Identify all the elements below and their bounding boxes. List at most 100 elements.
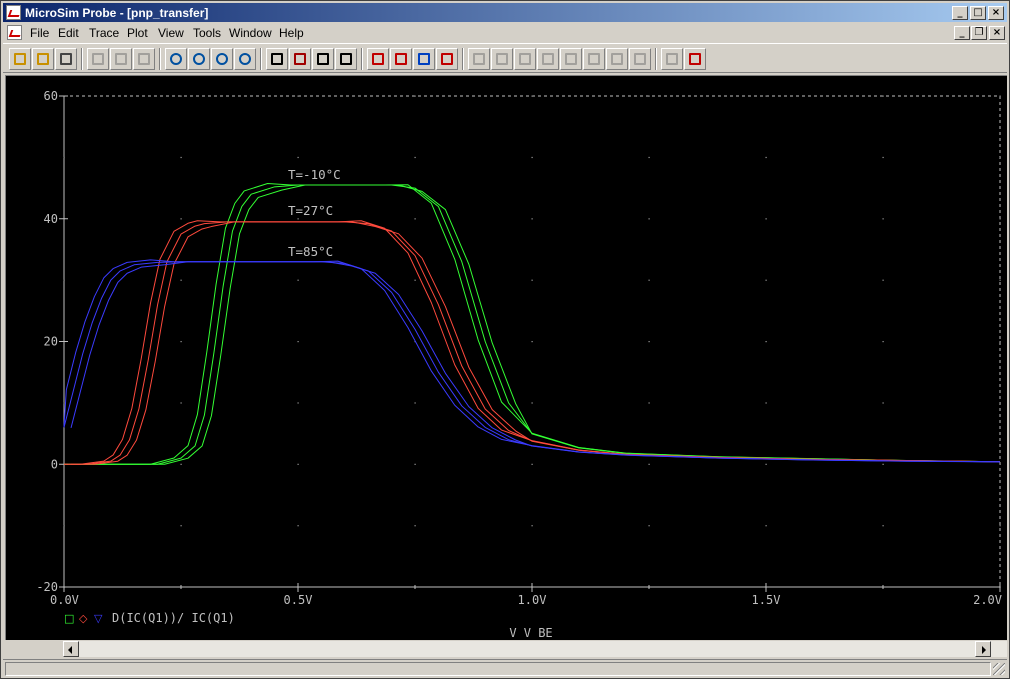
maximize-button[interactable]: □ xyxy=(970,6,986,20)
cursor-search-icon xyxy=(611,53,623,65)
app-icon[interactable] xyxy=(6,5,21,20)
mdi-close-button[interactable]: × xyxy=(989,26,1005,40)
fourier-button[interactable] xyxy=(289,48,311,70)
grid-dot xyxy=(999,341,1001,343)
cursor-slope-icon xyxy=(519,53,531,65)
add-trace-icon xyxy=(372,53,384,65)
menu-plot[interactable]: Plot xyxy=(127,26,148,40)
copy-button[interactable] xyxy=(110,48,132,70)
fourier-icon xyxy=(294,53,306,65)
eval-goal-button[interactable] xyxy=(390,48,412,70)
mark-label-button[interactable] xyxy=(661,48,683,70)
paste-button[interactable] xyxy=(133,48,155,70)
y-tick-label: 20 xyxy=(44,335,58,349)
series-line xyxy=(63,259,1001,463)
grid-dot xyxy=(531,402,533,404)
transfer-chart[interactable]: 60 40 20 0 -200.0V 0.5V 1.0V 1.5V 2.0V T=-10°C T=2… xyxy=(6,76,1006,639)
zoom-area-button[interactable] xyxy=(211,48,233,70)
text-label-button[interactable] xyxy=(413,48,435,70)
cursor-point-button[interactable] xyxy=(583,48,605,70)
zoom-in-button[interactable] xyxy=(165,48,187,70)
zoom-area-icon xyxy=(216,53,228,65)
status-pane xyxy=(5,662,991,676)
performance-button[interactable] xyxy=(312,48,334,70)
grid-dot xyxy=(765,218,767,220)
grid-dot xyxy=(882,156,884,159)
curve-annotation: T=27°C xyxy=(288,203,333,218)
menu-trace[interactable]: Trace xyxy=(89,26,119,40)
append-button[interactable] xyxy=(32,48,54,70)
zoom-fit-button[interactable] xyxy=(234,48,256,70)
probe-window: MicroSim Probe - [pnp_transfer] _ □ × Fi… xyxy=(0,0,1010,679)
log-x-button[interactable] xyxy=(266,48,288,70)
grid-dot xyxy=(414,95,416,97)
arrow-left-icon xyxy=(68,646,72,654)
mark-label-icon xyxy=(666,53,678,65)
x-tick-label: 0.5V xyxy=(284,593,313,607)
cursor-slope-button[interactable] xyxy=(514,48,536,70)
mdi-minimize-button[interactable]: _ xyxy=(954,26,970,40)
horizontal-scrollbar[interactable] xyxy=(63,641,1007,657)
grid-dot xyxy=(180,156,182,159)
grid-dot xyxy=(999,525,1001,527)
x-axis-button[interactable] xyxy=(335,48,357,70)
grid-dot xyxy=(414,463,416,465)
document-icon[interactable] xyxy=(7,25,22,40)
minimize-button[interactable]: _ xyxy=(952,6,968,20)
cut-icon xyxy=(92,53,104,65)
cursor-search-button[interactable] xyxy=(606,48,628,70)
append-icon xyxy=(37,53,49,65)
series-line xyxy=(64,221,1001,465)
add-trace-button[interactable] xyxy=(367,48,389,70)
cursor-max-icon xyxy=(565,53,577,65)
grid-dot xyxy=(63,402,65,404)
x-axis-label: V_V_BE xyxy=(509,626,552,639)
open-icon xyxy=(14,53,26,65)
grid-dot xyxy=(765,402,767,404)
grid-dot xyxy=(648,402,650,404)
open-button[interactable] xyxy=(9,48,31,70)
window-title: MicroSim Probe - [pnp_transfer] xyxy=(25,6,209,20)
grid-dot xyxy=(414,156,416,159)
grid-dot xyxy=(999,218,1001,220)
performance-icon xyxy=(317,53,329,65)
scroll-left-button[interactable] xyxy=(63,641,79,657)
plot-area[interactable]: 60 40 20 0 -20 0.0V 0.5V 1.0V 1.5V 2.0V T=-10°C T=2… xyxy=(5,75,1007,640)
cursor-max-button[interactable] xyxy=(560,48,582,70)
title-bar[interactable]: MicroSim Probe - [pnp_transfer] _ □ × xyxy=(3,3,1007,22)
menu-edit[interactable]: Edit xyxy=(58,26,79,40)
series-line xyxy=(71,221,1001,465)
close-button[interactable]: × xyxy=(988,6,1004,20)
copy-icon xyxy=(115,53,127,65)
grid-dot xyxy=(297,402,299,404)
cut-button[interactable] xyxy=(87,48,109,70)
grid-dot xyxy=(882,402,884,404)
grid-dot xyxy=(882,341,884,343)
cursor-next-transition-button[interactable] xyxy=(629,48,651,70)
print-button[interactable] xyxy=(55,48,77,70)
cursor-min-button[interactable] xyxy=(537,48,559,70)
grid-dot xyxy=(765,156,767,159)
menu-help[interactable]: Help xyxy=(279,26,304,40)
cursor-peak-button[interactable] xyxy=(468,48,490,70)
legend-expression: D(IC(Q1))/ IC(Q1) xyxy=(112,611,235,625)
menu-window[interactable]: Window xyxy=(229,26,272,40)
menu-view[interactable]: View xyxy=(158,26,184,40)
resize-grip[interactable] xyxy=(993,663,1005,675)
toggle-cursor-button[interactable] xyxy=(436,48,458,70)
menu-file[interactable]: File xyxy=(30,26,49,40)
cursor-peak-icon xyxy=(473,53,485,65)
legend-marker: ◇ xyxy=(79,612,88,625)
grid-dot xyxy=(765,279,767,281)
x-tick-label: 0.0V xyxy=(50,593,79,607)
grid-dot xyxy=(297,525,299,527)
menu-tools[interactable]: Tools xyxy=(193,26,221,40)
cursor-trough-button[interactable] xyxy=(491,48,513,70)
grid-dot xyxy=(531,525,533,527)
zoom-out-button[interactable] xyxy=(188,48,210,70)
status-bar xyxy=(3,659,1007,677)
scroll-right-button[interactable] xyxy=(975,641,991,657)
mark-data-button[interactable] xyxy=(684,48,706,70)
x-tick-label: 1.0V xyxy=(518,593,547,607)
mdi-restore-button[interactable]: ❐ xyxy=(971,26,987,40)
